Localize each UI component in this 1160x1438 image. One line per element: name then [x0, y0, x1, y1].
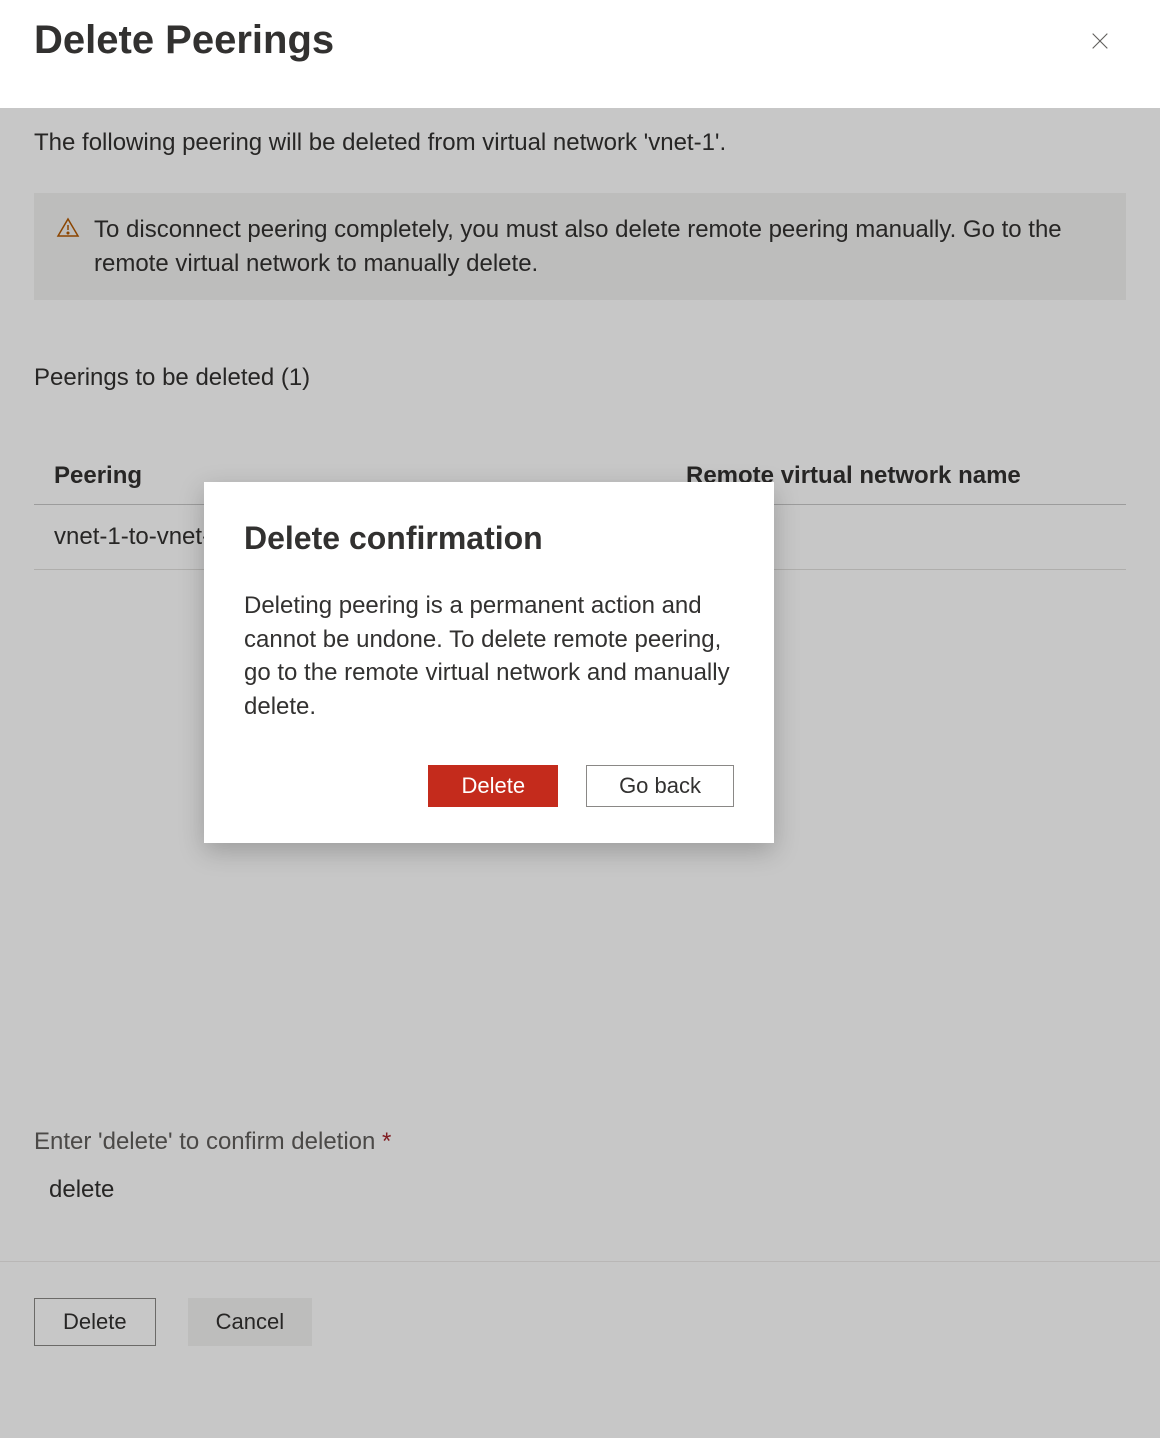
modal-body: Deleting peering is a permanent action a…	[244, 589, 734, 723]
delete-confirmation-modal: Delete confirmation Deleting peering is …	[204, 482, 774, 843]
modal-go-back-button[interactable]: Go back	[586, 765, 734, 807]
close-icon	[1089, 30, 1111, 52]
modal-footer: Delete Go back	[244, 765, 734, 807]
page-title: Delete Peerings	[34, 18, 334, 63]
modal-title: Delete confirmation	[244, 520, 734, 557]
close-button[interactable]	[1084, 25, 1116, 57]
page-header: Delete Peerings	[0, 0, 1160, 89]
modal-delete-button[interactable]: Delete	[428, 765, 558, 807]
